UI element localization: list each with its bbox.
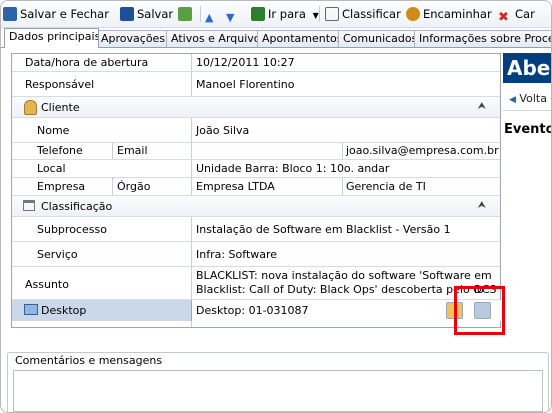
- toolbar: Salvar e Fechar Salvar ▲ ▼ Ir para ▼ Cla…: [1, 1, 551, 28]
- section-cliente[interactable]: Cliente ⮝: [12, 97, 500, 118]
- opened-label: Data/hora de abertura: [25, 56, 149, 69]
- tab-ativos-arquivos[interactable]: Ativos e Arquivos: [166, 30, 259, 47]
- save-close-icon: [3, 7, 17, 21]
- move-up-button[interactable]: ▲: [205, 5, 222, 24]
- go-to-icon: [251, 7, 265, 21]
- cancel-button[interactable]: ✖ Car: [498, 5, 535, 25]
- floppy-disk-icon: [120, 7, 134, 21]
- name-value: João Silva: [196, 124, 250, 137]
- company-label: Empresa: [37, 180, 86, 193]
- subprocess-value: Instalação de Software em Blacklist - Ve…: [196, 223, 451, 236]
- collapse-icon[interactable]: ⮝: [478, 101, 487, 112]
- cancel-icon: ✖: [498, 10, 509, 25]
- section-classificacao[interactable]: Classificação ⮝: [12, 196, 500, 217]
- inner-divider: [112, 178, 113, 195]
- monitor-icon: [24, 304, 38, 315]
- row-subprocesso: Subprocesso Instalação de Software em Bl…: [12, 217, 500, 242]
- inner-divider: [112, 143, 113, 159]
- responsible-label: Responsável: [25, 78, 95, 91]
- section-classificacao-title: Classificação: [41, 200, 113, 213]
- highlight-box: [454, 286, 505, 335]
- inner-divider: [342, 143, 343, 159]
- name-label: Nome: [37, 124, 70, 137]
- responsible-value: Manoel Florentino: [196, 78, 295, 91]
- save-close-button[interactable]: Salvar e Fechar: [3, 5, 109, 23]
- refresh-icon: [178, 7, 192, 21]
- section-cliente-title: Cliente: [41, 101, 80, 114]
- subject-line-1: BLACKLIST: nova instalação do software '…: [196, 269, 492, 282]
- tab-comunicados[interactable]: Comunicados: [338, 30, 416, 47]
- forward-icon: [406, 7, 420, 21]
- subject-line-2: Blacklist: Call of Duty: Black Ops' desc…: [196, 283, 497, 296]
- window-frame: Salvar e Fechar Salvar ▲ ▼ Ir para ▼ Cla…: [0, 0, 552, 413]
- toolbar-separator: [319, 6, 320, 22]
- row-desktop[interactable]: Desktop Desktop: 01-031087: [12, 300, 501, 321]
- subprocess-label: Subprocesso: [37, 223, 107, 236]
- hierarchy-icon: [325, 7, 339, 21]
- subject-label: Assunto: [25, 278, 69, 291]
- hierarchy-icon: [23, 200, 35, 211]
- collapse-icon[interactable]: ⮝: [478, 200, 487, 211]
- go-to-dropdown[interactable]: Ir para ▼: [251, 5, 319, 23]
- arrow-down-icon: ▼: [226, 11, 235, 24]
- arrow-up-icon: ▲: [205, 11, 214, 24]
- comments-legend: Comentários e mensagens: [13, 354, 165, 367]
- row-local: Local Unidade Barra: Bloco 1: 10o. andar: [12, 160, 500, 178]
- tab-aprovacoes[interactable]: Aprovações: [96, 30, 168, 47]
- phone-label: Telefone: [37, 144, 83, 157]
- row-empresa-orgao: Empresa Órgão Empresa LTDA Gerencia de T…: [12, 178, 500, 196]
- user-icon: [24, 100, 37, 115]
- email-value: joao.silva@empresa.com.br: [346, 144, 499, 157]
- org-value: Gerencia de TI: [346, 180, 426, 193]
- location-label: Local: [37, 162, 66, 175]
- location-value: Unidade Barra: Bloco 1: 10o. andar: [196, 162, 390, 175]
- service-value: Infra: Software: [196, 248, 278, 261]
- right-panel-divider: [503, 110, 551, 111]
- row-nome: Nome João Silva: [12, 118, 500, 143]
- chevron-left-icon: ◀: [509, 95, 516, 105]
- main-form: Data/hora de abertura 10/12/2011 10:27 R…: [11, 53, 501, 328]
- row-servico: Serviço Infra: Software: [12, 242, 500, 267]
- row-data-abertura: Data/hora de abertura 10/12/2011 10:27: [12, 54, 500, 72]
- comments-textarea[interactable]: [13, 370, 543, 412]
- desktop-value: Desktop: 01-031087: [196, 304, 309, 317]
- classify-button[interactable]: Classificar: [325, 5, 401, 23]
- service-label: Serviço: [37, 248, 78, 261]
- row-telefone-email: Telefone Email joao.silva@empresa.com.br: [12, 143, 500, 160]
- org-label: Órgão: [117, 180, 151, 193]
- tab-informacoes-processo[interactable]: Informações sobre Processo: [414, 30, 551, 47]
- save-button[interactable]: Salvar: [120, 5, 173, 23]
- refresh-button[interactable]: [178, 5, 195, 23]
- email-label: Email: [117, 144, 148, 157]
- chevron-down-icon: ▼: [312, 11, 319, 20]
- row-assunto: Assunto BLACKLIST: nova instalação do so…: [12, 267, 500, 300]
- tab-dados-principais[interactable]: Dados principais: [4, 28, 99, 48]
- desktop-label: Desktop: [41, 304, 87, 317]
- right-panel-title: Abe: [503, 53, 551, 83]
- tab-apontamentos[interactable]: Apontamentos: [257, 30, 340, 47]
- company-value: Empresa LTDA: [196, 180, 275, 193]
- toolbar-separator: [200, 6, 201, 22]
- move-down-button[interactable]: ▼: [226, 5, 243, 24]
- events-heading: Evento: [504, 122, 552, 137]
- back-link[interactable]: ◀ Volta: [509, 92, 547, 105]
- row-responsavel: Responsável Manoel Florentino: [12, 72, 500, 97]
- inner-divider: [342, 178, 343, 195]
- opened-value: 10/12/2011 10:27: [196, 56, 295, 69]
- forward-button[interactable]: Encaminhar: [406, 5, 492, 23]
- tab-bar: Dados principais Aprovações Ativos e Arq…: [1, 28, 551, 48]
